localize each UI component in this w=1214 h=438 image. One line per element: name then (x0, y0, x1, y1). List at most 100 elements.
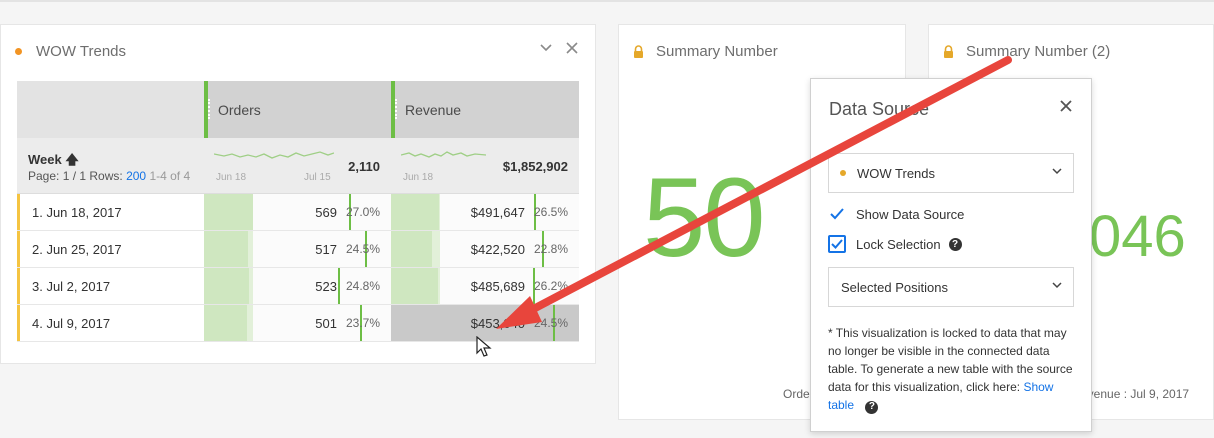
column-header-orders[interactable]: Orders (204, 81, 391, 138)
table-row[interactable]: 1. Jun 18, 2017 569 27.0% $491,647 26.5% (17, 194, 579, 231)
orders-value: 523 (315, 279, 337, 294)
data-source-popover: Data Source WOW Trends Show Data Source … (810, 78, 1092, 432)
checkbox-label: Lock Selection (856, 236, 941, 252)
freeform-table: Orders Revenue Week 🡅 Page: 1 / 1 Rows: … (17, 81, 579, 342)
week-cell[interactable]: 2. Jun 25, 2017 (17, 231, 204, 267)
source-dot-icon (840, 170, 846, 176)
orders-cell[interactable]: 517 24.5% (204, 231, 391, 267)
summary-footer: Orde (783, 387, 810, 401)
data-source-dropdown[interactable]: WOW Trends (828, 153, 1074, 193)
week-label: 3. Jul 2, 2017 (32, 279, 111, 294)
revenue-total-cell: Jun 18 $1,852,902 (391, 138, 579, 193)
sparkline-start-label: Jun 18 (403, 172, 434, 183)
sort-up-arrow-icon[interactable]: 🡅 (65, 152, 78, 167)
orders-cell[interactable]: 501 23.7% (204, 305, 391, 341)
orders-value: 517 (315, 242, 337, 257)
revenue-cell[interactable]: $491,647 26.5% (391, 194, 579, 230)
revenue-value: $453,040 (470, 316, 525, 331)
orders-percent: 24.8% (345, 279, 380, 293)
chevron-down-icon (1051, 165, 1063, 180)
orders-percent: 27.0% (345, 205, 380, 219)
top-divider (0, 0, 1214, 2)
summary-footer: evenue : Jul 9, 2017 (1081, 387, 1190, 401)
panel-title: Summary Number (656, 43, 778, 60)
chevron-down-icon[interactable] (539, 41, 553, 60)
orders-percent: 24.5% (345, 242, 380, 256)
bar-marker (338, 268, 340, 304)
help-icon[interactable]: ? (948, 237, 962, 251)
lock-note: * This visualization is locked to data t… (828, 324, 1078, 414)
orders-total-cell: Jun 18 Jul 15 2,110 (204, 138, 391, 193)
revenue-value: $485,689 (470, 279, 525, 294)
week-cell[interactable]: 1. Jun 18, 2017 (17, 194, 204, 230)
week-label: 1. Jun 18, 2017 (32, 205, 122, 220)
close-icon[interactable] (565, 41, 579, 60)
rows-per-page-link[interactable]: 200 (126, 169, 146, 183)
bar-fill (391, 194, 439, 230)
column-header-row: Orders Revenue (17, 81, 579, 138)
revenue-total: $1,852,902 (502, 159, 568, 174)
show-data-source-checkbox[interactable]: Show Data Source (828, 205, 964, 223)
bar-fill (391, 231, 432, 267)
revenue-value: $491,647 (470, 205, 525, 220)
drag-grip-icon[interactable] (208, 99, 210, 119)
panel-title: WOW Trends (36, 43, 127, 60)
mouse-cursor-icon (476, 336, 492, 357)
orders-total: 2,110 (348, 159, 380, 174)
panel-header-icons (539, 41, 579, 60)
bar-fill (204, 305, 247, 341)
page-text: Page: 1 / 1 Rows: (28, 169, 123, 183)
sparkline-start-label: Jun 18 (216, 172, 247, 183)
bar-fill (391, 268, 438, 304)
orders-sparkline (214, 151, 334, 159)
week-cell[interactable]: 3. Jul 2, 2017 (17, 268, 204, 304)
dimension-cell: Week 🡅 Page: 1 / 1 Rows: 200 1-4 of 4 (17, 138, 204, 193)
revenue-percent: 22.8% (533, 242, 568, 256)
column-label: Orders (218, 102, 261, 118)
status-dot-icon (15, 48, 22, 55)
orders-value: 501 (315, 316, 337, 331)
drag-grip-icon[interactable] (395, 99, 397, 119)
column-label: Revenue (405, 102, 462, 118)
checkmark-icon (828, 205, 846, 223)
week-label: 4. Jul 9, 2017 (32, 316, 111, 331)
dimension-label: Week (28, 152, 62, 167)
revenue-cell[interactable]: $485,689 26.2% (391, 268, 579, 304)
wow-trends-panel: WOW Trends Orders Revenue Week 🡅 Page: 1… (0, 24, 596, 364)
panel-header: WOW Trends (15, 43, 126, 60)
table-row[interactable]: 3. Jul 2, 2017 523 24.8% $485,689 26.2% (17, 268, 579, 305)
summary-big-number: 50 (643, 155, 766, 280)
panel-title: Summary Number (2) (966, 43, 1111, 60)
chevron-down-icon (1051, 279, 1063, 294)
close-icon[interactable] (1059, 97, 1073, 118)
week-cell[interactable]: 4. Jul 9, 2017 (17, 305, 204, 341)
orders-percent: 23.7% (345, 316, 380, 330)
table-body: 1. Jun 18, 2017 569 27.0% $491,647 26.5% 2. J… (17, 194, 579, 342)
lock-selection-checkbox[interactable]: Lock Selection ? (828, 235, 962, 253)
dimension-header (17, 81, 204, 138)
sparkline-end-label: Jul 15 (304, 172, 331, 183)
revenue-percent: 24.5% (533, 316, 568, 330)
table-row[interactable]: 2. Jun 25, 2017 517 24.5% $422,520 22.8% (17, 231, 579, 268)
selected-positions-dropdown[interactable]: Selected Positions (828, 267, 1074, 307)
orders-cell[interactable]: 523 24.8% (204, 268, 391, 304)
dropdown-value: WOW Trends (857, 166, 936, 181)
revenue-value: $422,520 (470, 242, 525, 257)
table-row[interactable]: 4. Jul 9, 2017 501 23.7% $453,040 24.5% (17, 305, 579, 342)
panel-header: Summary Number (2) (943, 43, 1110, 60)
summary-big-number: 046 (1089, 204, 1186, 269)
lock-icon (943, 44, 954, 59)
help-icon[interactable]: ? (865, 400, 879, 414)
revenue-percent: 26.2% (533, 279, 568, 293)
row-range: 1-4 of 4 (149, 169, 191, 183)
bar-fill (204, 268, 249, 304)
totals-row: Week 🡅 Page: 1 / 1 Rows: 200 1-4 of 4 Ju… (17, 138, 579, 194)
revenue-cell[interactable]: $422,520 22.8% (391, 231, 579, 267)
orders-cell[interactable]: 569 27.0% (204, 194, 391, 230)
column-header-revenue[interactable]: Revenue (391, 81, 579, 138)
popover-title: Data Source (829, 99, 930, 119)
bar-fill (204, 194, 253, 230)
revenue-sparkline (401, 151, 486, 158)
revenue-percent: 26.5% (533, 205, 568, 219)
orders-value: 569 (315, 205, 337, 220)
